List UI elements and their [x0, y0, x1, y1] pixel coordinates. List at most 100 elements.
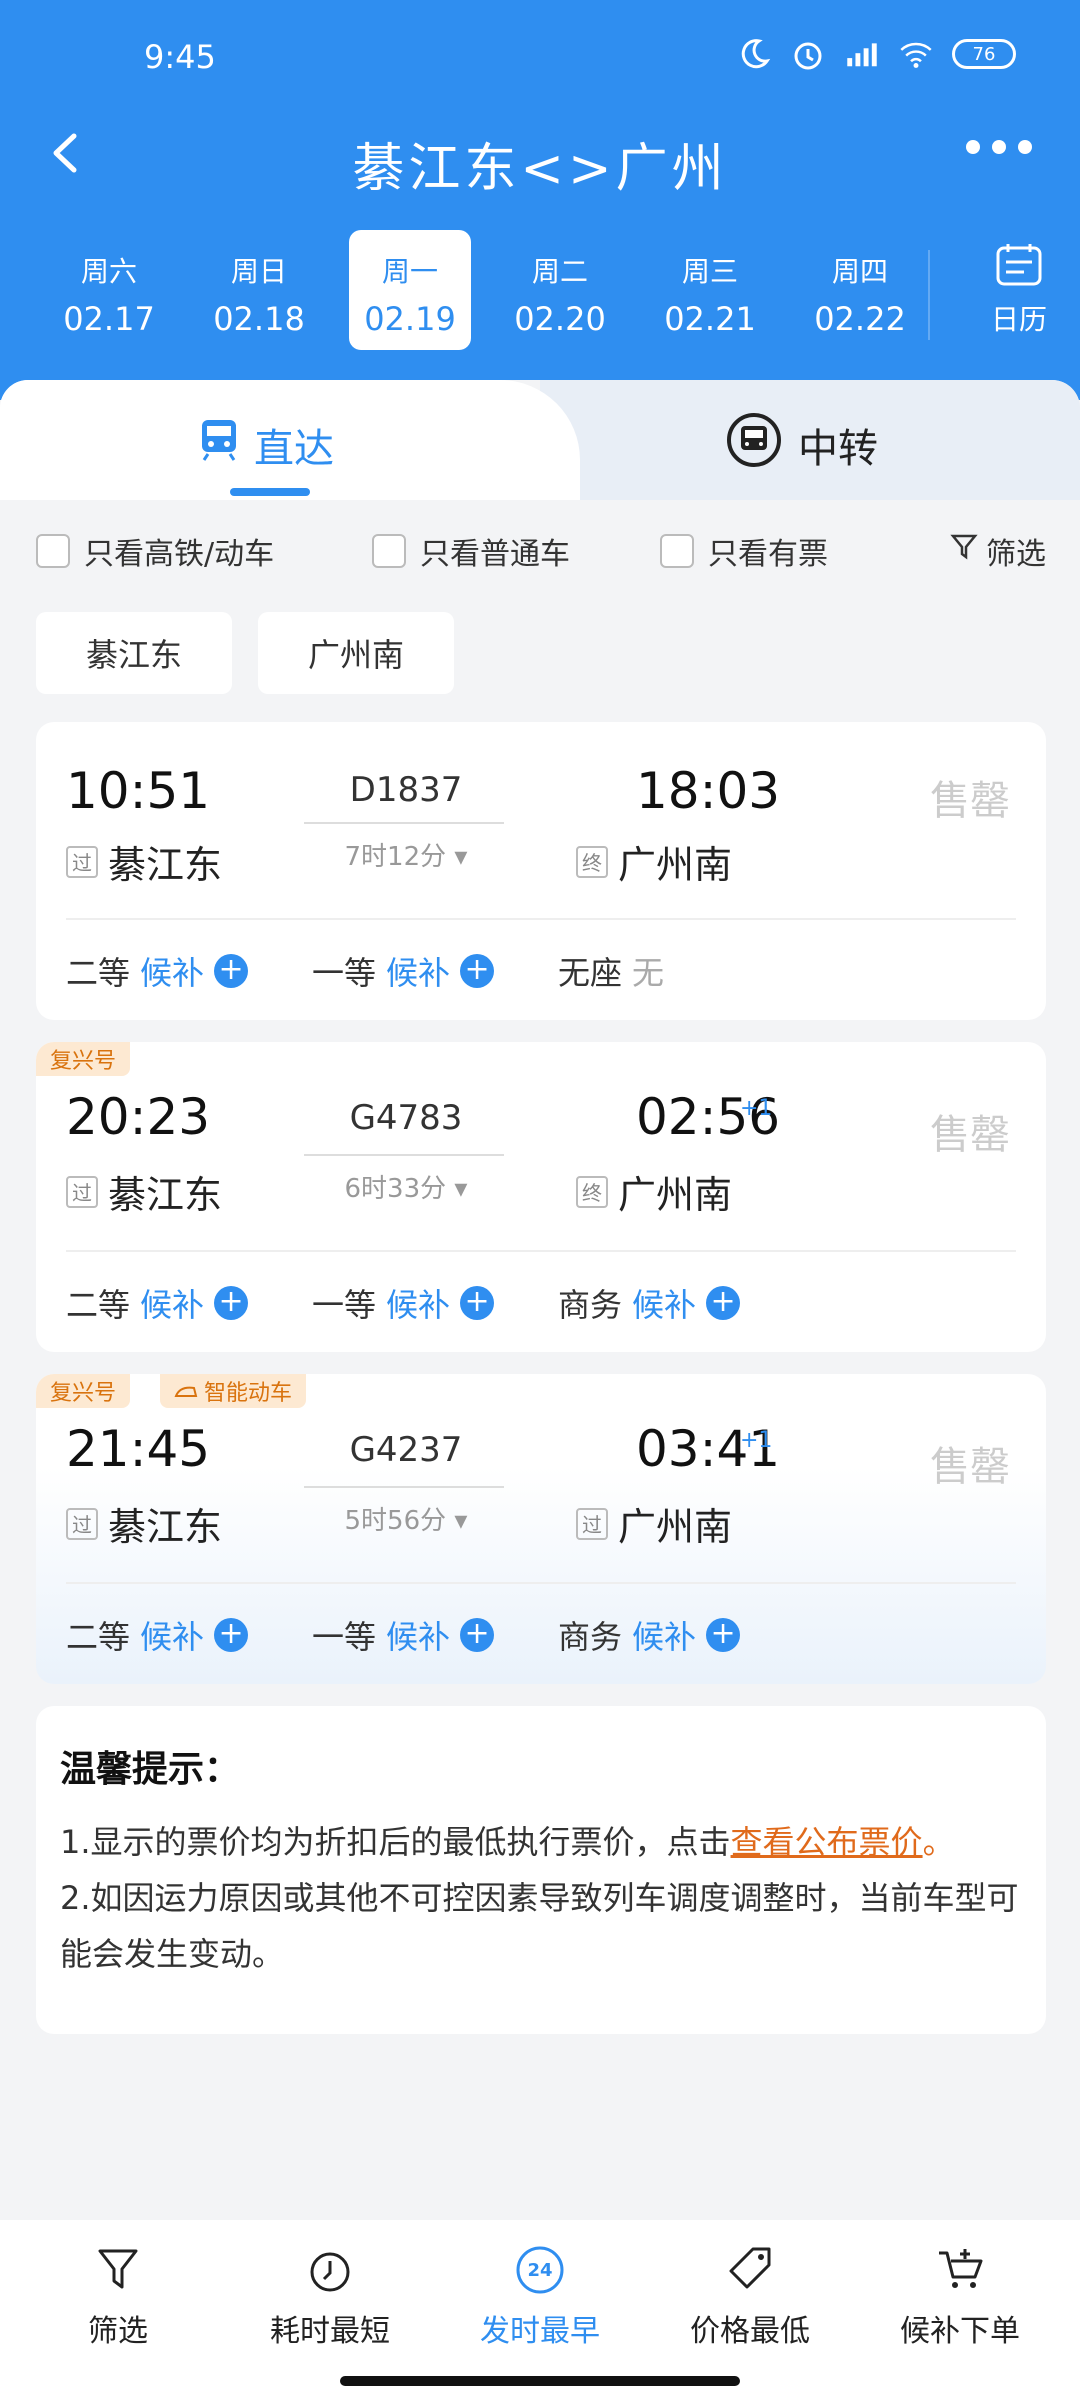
date-item[interactable]: 周六 02.17: [48, 230, 170, 350]
calendar-button[interactable]: 日历: [984, 242, 1054, 338]
price-tag-icon: [650, 2240, 850, 2300]
seat-second-class[interactable]: 二等 候补 +: [66, 948, 249, 994]
date-item[interactable]: 周三 02.21: [649, 230, 771, 350]
divider: [66, 918, 1016, 920]
checkbox-box[interactable]: [372, 534, 406, 568]
date-item-selected[interactable]: 周一 02.19: [349, 230, 471, 350]
station-name: 綦江东: [108, 843, 223, 887]
seat-class: 二等: [66, 1286, 131, 1324]
tab-underline: [230, 488, 310, 496]
alarm-icon: [790, 36, 826, 72]
add-waitlist-icon[interactable]: +: [706, 1618, 741, 1652]
bottom-label: 发时最早: [480, 2314, 600, 2349]
clock-24-icon: 24: [440, 2240, 640, 2300]
calendar-label: 日历: [990, 303, 1047, 336]
train-card[interactable]: 复兴号 20:23 G4783 6时33分 ▾ 02:56 +1 售罄 过 綦江…: [36, 1042, 1046, 1352]
duration[interactable]: 5时56分 ▾: [306, 1500, 506, 1537]
home-indicator[interactable]: [340, 2376, 740, 2386]
train-icon: [200, 418, 238, 472]
checkbox-box[interactable]: [660, 534, 694, 568]
add-waitlist-icon[interactable]: +: [214, 954, 249, 988]
tab-transfer[interactable]: 中转: [726, 410, 878, 480]
filter-label: 筛选: [986, 537, 1046, 572]
train-card[interactable]: 复兴号 智能动车 21:45 G4237 5时56分 ▾ 03:41 +1 售罄…: [36, 1374, 1046, 1684]
tips-box: 温馨提示： 1.显示的票价均为折扣后的最低执行票价，点击查看公布票价。 2.如因…: [36, 1706, 1046, 2034]
seat-second-class[interactable]: 二等 候补 +: [66, 1612, 249, 1658]
date-value: 02.20: [514, 300, 606, 338]
add-waitlist-icon[interactable]: +: [460, 1286, 495, 1320]
add-waitlist-icon[interactable]: +: [460, 954, 495, 988]
from-station-chip[interactable]: 綦江东: [36, 612, 232, 694]
duration[interactable]: 7时12分 ▾: [306, 836, 506, 873]
sort-cheapest-button[interactable]: 价格最低: [650, 2240, 850, 2350]
bottom-label: 候补下单: [900, 2314, 1020, 2349]
to-station-chip[interactable]: 广州南: [258, 612, 454, 694]
transfer-icon: [726, 412, 782, 478]
duration[interactable]: 6时33分 ▾: [306, 1168, 506, 1205]
view-published-price-link[interactable]: 查看公布票价: [731, 1823, 923, 1861]
tips-text: 1.显示的票价均为折扣后的最低执行票价，点击查看公布票价。 2.如因运力原因或其…: [60, 1814, 1022, 1982]
pass-tag: 过: [66, 1507, 98, 1540]
date-item[interactable]: 周四 02.22: [799, 230, 921, 350]
seat-second-class[interactable]: 二等 候补 +: [66, 1280, 249, 1326]
date-dow: 周一: [381, 255, 438, 288]
status-bar: 9:45 76: [0, 0, 1080, 120]
wifi-icon: [898, 36, 934, 72]
next-day-marker: +1: [740, 1096, 773, 1121]
fuxing-badge: 复兴号: [36, 1374, 131, 1408]
tab-direct[interactable]: 直达: [200, 410, 334, 480]
date-value: 02.18: [213, 300, 305, 338]
add-waitlist-icon[interactable]: +: [214, 1618, 249, 1652]
seat-first-class[interactable]: 一等 候补 +: [312, 1612, 495, 1658]
date-item[interactable]: 周二 02.20: [499, 230, 621, 350]
seat-state: 候补: [140, 954, 205, 992]
seat-first-class[interactable]: 一等 候补 +: [312, 948, 495, 994]
seat-business-class[interactable]: 商务 候补 +: [558, 1612, 741, 1658]
sort-shortest-button[interactable]: 耗时最短: [230, 2240, 430, 2350]
high-speed-checkbox[interactable]: 只看高铁/动车: [36, 529, 274, 573]
date-dow: 周二: [531, 255, 588, 288]
station-name: 綦江东: [108, 1505, 223, 1549]
date-dow: 周六: [80, 255, 137, 288]
seat-business-class[interactable]: 商务 候补 +: [558, 1280, 741, 1326]
add-waitlist-icon[interactable]: +: [706, 1286, 741, 1320]
battery-icon: 76: [952, 39, 1016, 69]
signal-icon: [844, 36, 880, 72]
available-checkbox[interactable]: 只看有票: [660, 529, 828, 573]
train-number: D1837: [349, 770, 463, 810]
departure-time: 10:51: [66, 762, 211, 820]
train-card[interactable]: 10:51 D1837 7时12分 ▾ 18:03 售罄 过 綦江东 终 广州南…: [36, 722, 1046, 1020]
filter-button[interactable]: 筛选: [950, 529, 1046, 573]
waitlist-order-button[interactable]: 候补下单: [860, 2240, 1060, 2350]
seat-state: 候补: [386, 954, 451, 992]
date-strip: 周六 02.17 周日 02.18 周一 02.19 周二 02.20 周三 0…: [0, 226, 1080, 350]
seat-class: 一等: [312, 954, 377, 992]
tips-line1: 1.显示的票价均为折扣后的最低执行票价，点击: [60, 1823, 731, 1861]
checkbox-label: 只看高铁/动车: [84, 537, 275, 572]
station-name: 广州南: [618, 1173, 733, 1217]
tips-title: 温馨提示：: [60, 1749, 241, 1790]
seat-class: 一等: [312, 1618, 377, 1656]
terminal-tag: 终: [576, 1175, 608, 1208]
seat-class: 商务: [558, 1286, 623, 1324]
date-dow: 周日: [230, 255, 287, 288]
checkbox-box[interactable]: [36, 534, 70, 568]
tips-line1-end: 。: [922, 1823, 955, 1861]
seat-state: 无: [632, 954, 665, 992]
bottom-label: 耗时最短: [270, 2314, 390, 2349]
add-waitlist-icon[interactable]: +: [460, 1618, 495, 1652]
seat-first-class[interactable]: 一等 候补 +: [312, 1280, 495, 1326]
date-item[interactable]: 周日 02.18: [198, 230, 320, 350]
from-station: 过 綦江东: [66, 1496, 222, 1551]
route-line: [304, 1154, 504, 1156]
sort-earliest-button[interactable]: 24 发时最早: [440, 2240, 640, 2350]
seat-state: 候补: [632, 1286, 697, 1324]
bottom-label: 价格最低: [690, 2314, 810, 2349]
station-name: 綦江东: [108, 1173, 223, 1217]
more-button[interactable]: [966, 140, 1032, 154]
add-waitlist-icon[interactable]: +: [214, 1286, 249, 1320]
next-day-marker: +1: [740, 1428, 773, 1453]
bottom-filter-button[interactable]: 筛选: [18, 2240, 218, 2350]
pass-tag: 过: [66, 845, 98, 878]
normal-train-checkbox[interactable]: 只看普通车: [372, 529, 570, 573]
